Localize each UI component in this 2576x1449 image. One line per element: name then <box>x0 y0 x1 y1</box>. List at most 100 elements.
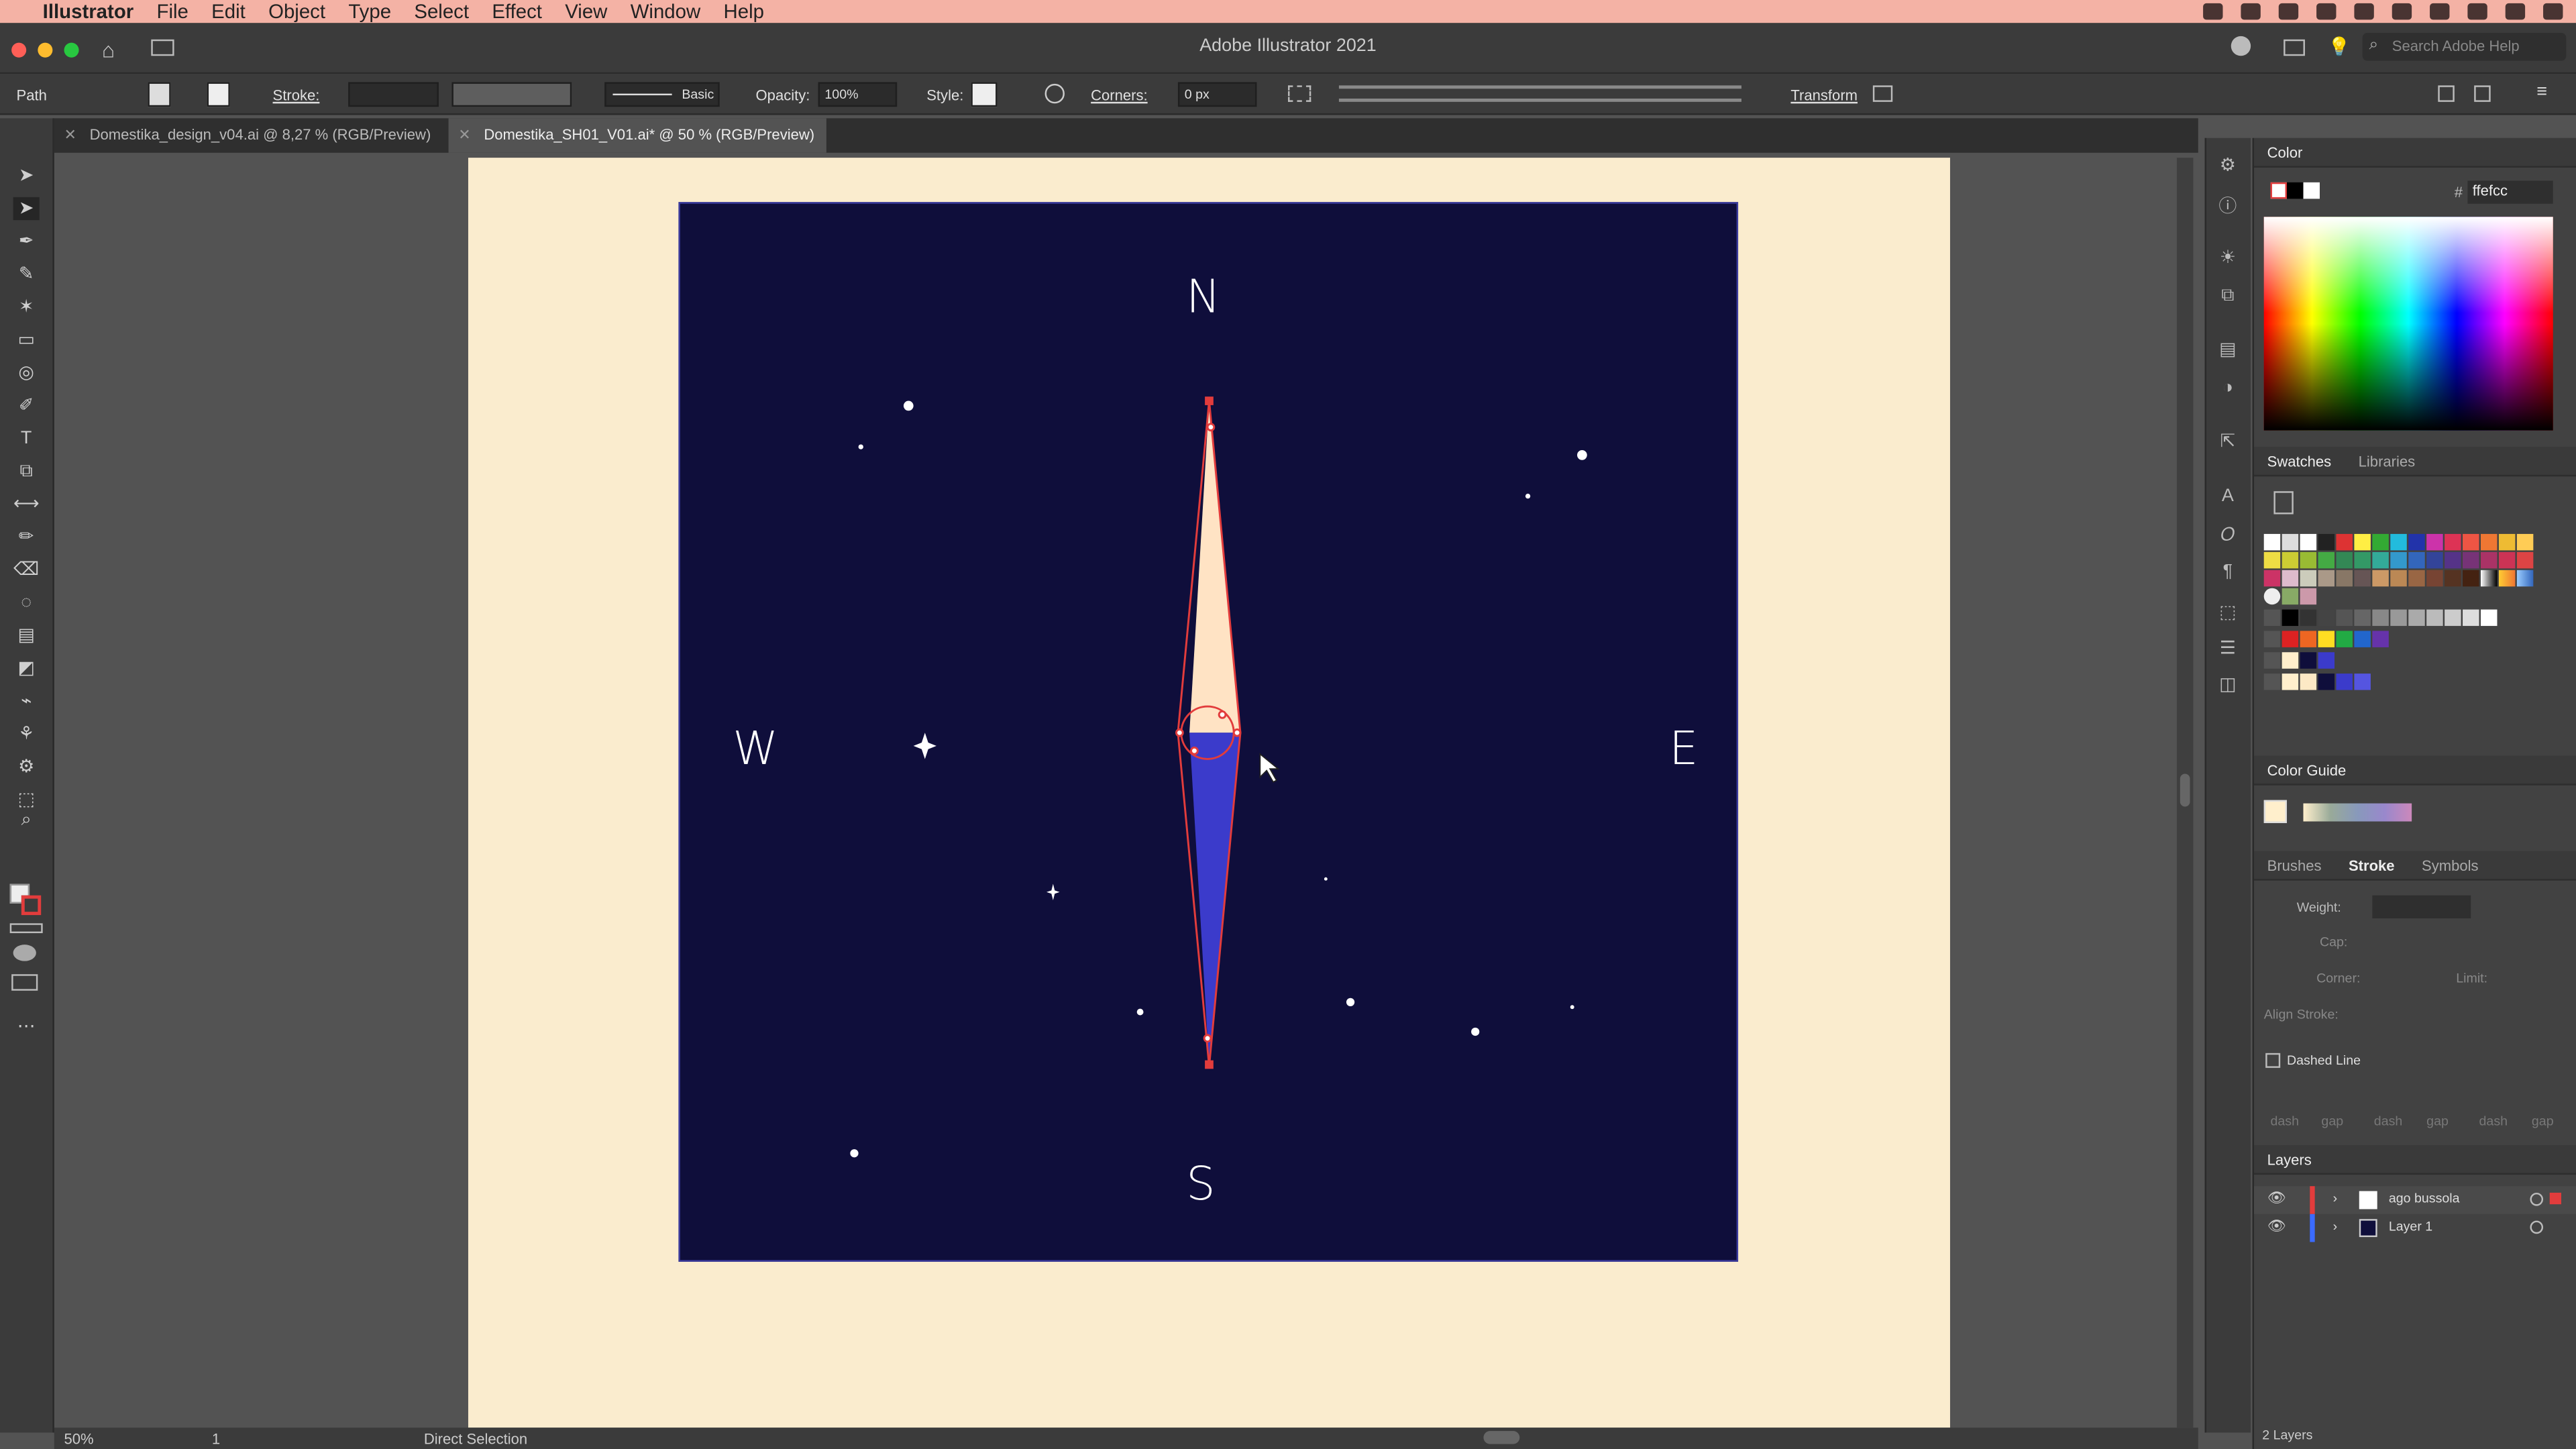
close-tab-icon[interactable]: ✕ <box>64 127 76 143</box>
tab-libraries[interactable]: Libraries <box>2359 453 2416 470</box>
tab-swatches[interactable]: Swatches <box>2267 453 2332 470</box>
stroke-color-icon[interactable] <box>21 895 42 916</box>
layer-name[interactable]: ago bussola <box>2389 1191 2460 1206</box>
swatch[interactable] <box>2300 533 2317 551</box>
swatch[interactable] <box>2282 570 2299 587</box>
expand-icon[interactable]: › <box>2333 1191 2338 1206</box>
anchor-point[interactable] <box>1218 710 1227 719</box>
opentype-icon[interactable]: 𝑂 <box>2216 526 2239 549</box>
graphic-style-swatch[interactable] <box>971 82 998 107</box>
menu-type[interactable]: Type <box>348 0 391 23</box>
brush-definition[interactable]: Basic <box>604 82 720 107</box>
flag-icon[interactable] <box>2392 3 2412 20</box>
swatch[interactable] <box>2463 551 2479 569</box>
color-spectrum[interactable] <box>2263 217 2553 431</box>
display-icon[interactable] <box>2430 3 2450 20</box>
rectangle-tool-icon[interactable]: ▭ <box>13 329 40 352</box>
search-field[interactable]: ⌕ Search Adobe Help <box>2362 32 2567 61</box>
swatch[interactable] <box>2336 570 2353 587</box>
transform-button[interactable]: Transform <box>1790 87 1858 103</box>
swatch[interactable] <box>2354 674 2371 690</box>
eye-icon[interactable]: 👁 <box>2267 1218 2286 1236</box>
align-panel-icon[interactable]: ☰ <box>2216 637 2239 660</box>
character-icon[interactable]: A <box>2216 486 2239 509</box>
anchor-point[interactable] <box>1175 728 1184 737</box>
wifi-icon[interactable] <box>2316 3 2337 20</box>
account-icon[interactable] <box>2231 36 2251 56</box>
tab-stroke[interactable]: Stroke <box>2349 857 2395 873</box>
anchor-point[interactable] <box>1190 746 1199 755</box>
menu-file[interactable]: File <box>156 0 188 23</box>
gradient-panel-icon[interactable]: ▤ <box>2216 338 2239 361</box>
swatch[interactable] <box>2372 570 2389 587</box>
swatch[interactable] <box>2282 533 2299 551</box>
menu-window[interactable]: Window <box>631 0 701 23</box>
swatch[interactable] <box>2390 533 2407 551</box>
draw-mode-icon[interactable] <box>13 945 36 961</box>
compass-needle-south[interactable] <box>1189 733 1240 1067</box>
swatch[interactable] <box>2318 631 2335 647</box>
swatch[interactable] <box>2408 551 2425 569</box>
eyedropper-tool-icon[interactable]: ⌁ <box>13 690 40 713</box>
swatch[interactable] <box>2354 551 2371 569</box>
swatch[interactable] <box>2426 570 2443 587</box>
swatch[interactable] <box>2408 533 2425 551</box>
swatch[interactable] <box>2498 533 2516 551</box>
selection-tool-icon[interactable]: ➤ <box>13 164 40 187</box>
weight-field[interactable] <box>2372 895 2471 918</box>
menu-object[interactable]: Object <box>268 0 325 23</box>
swatch[interactable] <box>2300 551 2317 569</box>
arrange-icon[interactable] <box>2438 85 2455 102</box>
swatch[interactable] <box>2354 570 2371 587</box>
layers-panel-header[interactable]: Layers <box>2254 1144 2576 1175</box>
swatch[interactable] <box>2372 631 2389 647</box>
current-tool[interactable]: Direct Selection <box>424 1431 527 1447</box>
isolate-icon[interactable] <box>1872 85 1893 102</box>
swatch[interactable] <box>2408 609 2425 627</box>
bluetooth-icon[interactable] <box>2278 3 2299 20</box>
swatch[interactable] <box>2263 551 2281 569</box>
stroke-swatch[interactable] <box>207 82 230 107</box>
swatch[interactable] <box>2282 609 2299 627</box>
expand-icon[interactable]: › <box>2333 1219 2338 1234</box>
base-color-swatch[interactable] <box>2263 800 2288 823</box>
swatch[interactable] <box>2282 551 2299 569</box>
menu-app[interactable]: Illustrator <box>43 0 134 23</box>
spiral-tool-icon[interactable]: ◎ <box>13 362 40 384</box>
tab-design-v04[interactable]: ✕ Domestika_design_v04.ai @ 8,27 % (RGB/P… <box>54 118 452 152</box>
menu-select[interactable]: Select <box>414 0 469 23</box>
menu-help[interactable]: Help <box>724 0 764 23</box>
scale-tool-icon[interactable]: ⧉ <box>13 460 40 483</box>
hex-input[interactable]: ffefcc <box>2467 180 2553 204</box>
swatch[interactable] <box>2282 631 2299 647</box>
swatch[interactable] <box>2372 551 2389 569</box>
anchor-point[interactable] <box>1205 1060 1214 1069</box>
swatch[interactable] <box>2336 674 2353 690</box>
swatch[interactable] <box>2336 609 2353 627</box>
swatch[interactable] <box>2426 551 2443 569</box>
swatch[interactable] <box>2300 631 2317 647</box>
swatch-folder[interactable] <box>2263 609 2281 627</box>
swatch[interactable] <box>2318 570 2335 587</box>
swatch[interactable] <box>2354 631 2371 647</box>
color-panel-header[interactable]: Color <box>2254 138 2576 168</box>
swatch[interactable] <box>2390 570 2407 587</box>
swatch[interactable] <box>2318 551 2335 569</box>
variable-width-profile[interactable] <box>451 82 572 107</box>
swatch[interactable] <box>2372 609 2389 627</box>
swatch[interactable] <box>2463 609 2479 627</box>
swatch[interactable] <box>2480 533 2498 551</box>
align-distribute-icons[interactable] <box>1338 85 1741 102</box>
opacity-label[interactable]: Opacity: <box>756 87 810 103</box>
swatch[interactable] <box>2354 609 2371 627</box>
swatch[interactable] <box>2282 674 2299 690</box>
swatch-folder[interactable] <box>2263 652 2281 669</box>
search-icon[interactable] <box>2467 3 2487 20</box>
curvature-tool-icon[interactable]: ✎ <box>13 263 40 286</box>
creative-cloud-icon[interactable] <box>2203 3 2223 20</box>
swatch[interactable] <box>2426 533 2443 551</box>
target-icon[interactable] <box>2530 1220 2544 1234</box>
shape-builder-tool-icon[interactable]: ◩ <box>13 657 40 680</box>
blend-tool-icon[interactable]: ⚘ <box>13 723 40 746</box>
paragraph-icon[interactable]: ¶ <box>2216 562 2239 585</box>
